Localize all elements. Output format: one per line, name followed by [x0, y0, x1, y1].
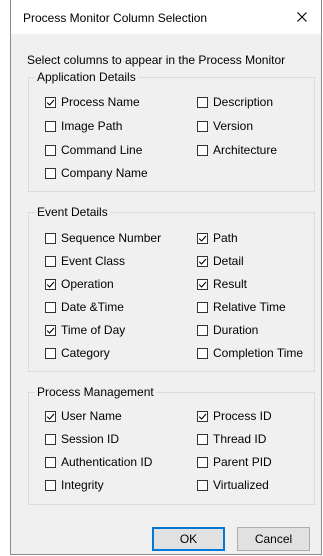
checkbox-label: Time of Day	[61, 323, 126, 337]
checkbox-label: Integrity	[61, 478, 104, 492]
checkbox-event-class[interactable]: Event Class	[45, 253, 125, 269]
checkbox-process-id[interactable]: Process ID	[197, 408, 272, 424]
checkbox-path[interactable]: Path	[197, 230, 238, 246]
checkbox-box	[197, 433, 208, 445]
checkbox-box	[45, 347, 56, 359]
checkbox-box	[197, 301, 208, 313]
checkbox-user-name[interactable]: User Name	[45, 408, 122, 424]
close-icon	[297, 12, 307, 22]
checkbox-box	[45, 301, 56, 313]
checkbox-version[interactable]: Version	[197, 118, 253, 134]
close-button[interactable]	[287, 4, 317, 30]
checkbox-label: Process Name	[61, 95, 140, 109]
checkbox-integrity[interactable]: Integrity	[45, 477, 104, 493]
dialog-title: Process Monitor Column Selection	[23, 11, 208, 25]
cancel-button[interactable]: Cancel	[237, 527, 310, 551]
checkbox-date-time[interactable]: Date &Time	[45, 299, 124, 315]
process-management-group: Process Management User Name Process ID …	[28, 385, 315, 505]
checkbox-label: Duration	[213, 323, 259, 337]
checkbox-box	[197, 144, 208, 156]
checkbox-box	[45, 96, 56, 108]
checkbox-architecture[interactable]: Architecture	[197, 142, 277, 158]
checkbox-box	[197, 479, 208, 491]
checkbox-result[interactable]: Result	[197, 276, 247, 292]
checkbox-box	[197, 278, 208, 290]
checkbox-box	[45, 324, 56, 336]
checkbox-label: Date &Time	[61, 300, 124, 314]
column-selection-dialog: Process Monitor Column Selection Select …	[10, 0, 322, 555]
checkbox-label: Category	[61, 346, 110, 360]
checkbox-process-name[interactable]: Process Name	[45, 94, 140, 110]
checkbox-box	[197, 120, 208, 132]
checkbox-label: Parent PID	[213, 455, 272, 469]
checkbox-label: Operation	[61, 277, 114, 291]
checkbox-operation[interactable]: Operation	[45, 276, 114, 292]
checkbox-box	[45, 433, 56, 445]
checkbox-time-of-day[interactable]: Time of Day	[45, 322, 125, 338]
checkbox-detail[interactable]: Detail	[197, 253, 244, 269]
checkbox-box	[197, 324, 208, 336]
checkbox-label: Session ID	[61, 432, 120, 446]
checkbox-box	[197, 255, 208, 267]
checkbox-completion-time[interactable]: Completion Time	[197, 345, 303, 361]
checkbox-box	[45, 278, 56, 290]
checkbox-label: Path	[213, 231, 238, 245]
checkbox-box	[197, 96, 208, 108]
checkbox-box	[197, 456, 208, 468]
checkbox-virtualized[interactable]: Virtualized	[197, 477, 269, 493]
checkbox-box	[45, 255, 56, 267]
checkbox-box	[197, 232, 208, 244]
checkbox-box	[45, 167, 56, 179]
checkbox-label: Sequence Number	[61, 231, 162, 245]
checkbox-box	[45, 410, 56, 422]
checkbox-label: Virtualized	[213, 478, 269, 492]
checkbox-label: Completion Time	[213, 346, 304, 360]
checkbox-box	[197, 347, 208, 359]
checkbox-label: Company Name	[61, 166, 148, 180]
checkbox-label: Version	[213, 119, 254, 133]
checkbox-label: Event Class	[61, 254, 126, 268]
checkbox-box	[45, 456, 56, 468]
background-strip	[0, 0, 10, 556]
checkbox-parent-pid[interactable]: Parent PID	[197, 454, 272, 470]
checkbox-label: Detail	[213, 254, 244, 268]
checkbox-label: Relative Time	[213, 300, 286, 314]
checkbox-label: Authentication ID	[61, 455, 153, 469]
checkbox-sequence-number[interactable]: Sequence Number	[45, 230, 161, 246]
application-details-group: Application Details Process Name Descrip…	[28, 70, 315, 192]
process-management-title: Process Management	[35, 385, 156, 399]
ok-button[interactable]: OK	[152, 527, 225, 551]
event-details-title: Event Details	[35, 205, 110, 219]
checkbox-box	[45, 232, 56, 244]
checkbox-box	[45, 144, 56, 156]
checkbox-label: User Name	[61, 409, 122, 423]
application-details-title: Application Details	[35, 70, 138, 84]
checkbox-label: Thread ID	[213, 432, 267, 446]
checkbox-relative-time[interactable]: Relative Time	[197, 299, 286, 315]
checkbox-box	[45, 479, 56, 491]
checkbox-label: Architecture	[213, 143, 278, 157]
checkbox-duration[interactable]: Duration	[197, 322, 258, 338]
checkbox-thread-id[interactable]: Thread ID	[197, 431, 266, 447]
checkbox-authentication-id[interactable]: Authentication ID	[45, 454, 152, 470]
checkbox-label: Image Path	[61, 119, 123, 133]
checkbox-company-name[interactable]: Company Name	[45, 165, 148, 181]
checkbox-command-line[interactable]: Command Line	[45, 142, 142, 158]
instruction-text: Select columns to appear in the Process …	[27, 53, 286, 67]
event-details-group: Event Details Sequence Number Path Event…	[28, 205, 315, 372]
checkbox-session-id[interactable]: Session ID	[45, 431, 119, 447]
checkbox-description[interactable]: Description	[197, 94, 273, 110]
checkbox-label: Description	[213, 95, 274, 109]
checkbox-image-path[interactable]: Image Path	[45, 118, 122, 134]
checkbox-box	[197, 410, 208, 422]
title-bar: Process Monitor Column Selection	[11, 0, 321, 34]
checkbox-label: Command Line	[61, 143, 143, 157]
checkbox-category[interactable]: Category	[45, 345, 110, 361]
checkbox-label: Process ID	[213, 409, 272, 423]
checkbox-label: Result	[213, 277, 248, 291]
checkbox-box	[45, 120, 56, 132]
